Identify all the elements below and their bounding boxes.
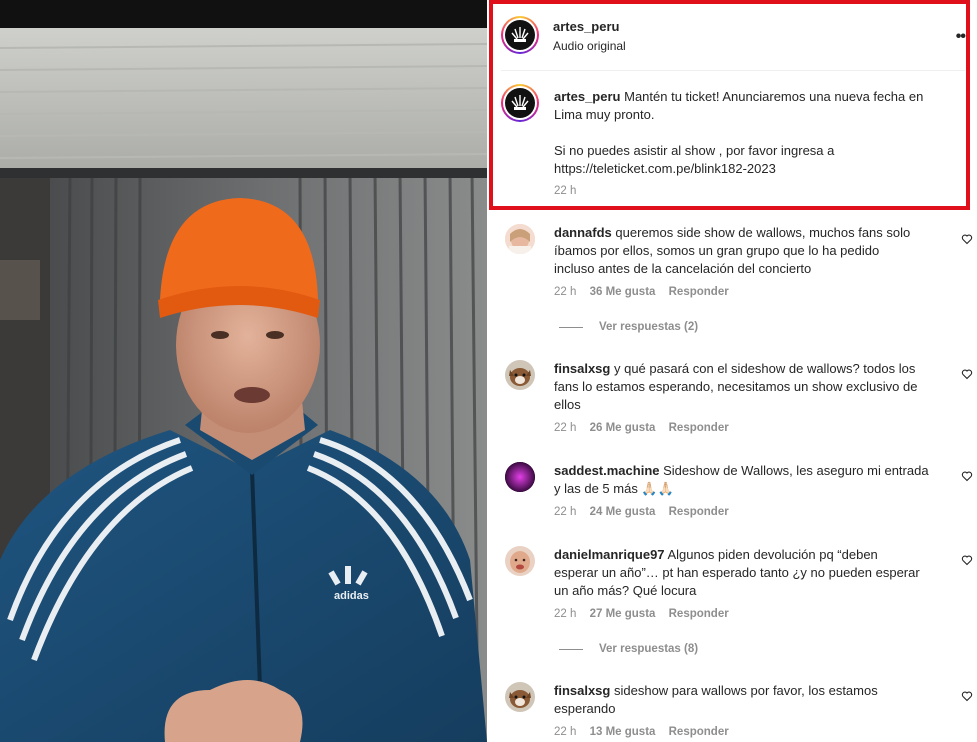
view-replies-button[interactable]: Ver respuestas (2) [559,321,698,333]
comment-likes[interactable]: 36 Me gusta [590,286,656,298]
comment-meta: 22 h 36 Me gusta Responder [554,286,739,298]
video-player[interactable]: adidas [0,0,487,742]
comment-line: Sideshow de Wallows, les aseguro mi entr… [663,463,929,478]
reply-button[interactable]: Responder [669,506,729,518]
comment-time: 22 h [554,726,577,738]
comment-meta: 22 h 24 Me gusta Responder [554,506,739,518]
like-heart-icon[interactable] [961,368,973,380]
comment-line: queremos side show de wallows, muchos fa… [615,225,911,240]
reply-button[interactable]: Responder [669,286,729,298]
comment-line: sideshow para wallows por favor, los est… [613,683,878,698]
comment-username[interactable]: danielmanrique97 [554,547,665,562]
comment-time: 22 h [554,286,577,298]
comment-text: saddest.machine Sideshow de Wallows, les… [554,462,950,498]
reply-button[interactable]: Responder [669,608,729,620]
comments-panel: artes_peru Audio original •• artes_peru … [487,0,977,742]
comment-time: 22 h [554,506,577,518]
comment-text: dannafds queremos side show de wallows, … [554,224,950,278]
comment-line: íbamos por ellos, somos un gran grupo qu… [554,243,880,258]
comment-line: esperando [554,701,616,716]
replies-line [559,648,583,650]
comment-username[interactable]: dannafds [554,225,612,240]
comment-line: y las de 5 más 🙏🏻🙏🏻 [554,481,674,496]
comment-username[interactable]: finsalxsg [554,683,610,698]
view-replies-label[interactable]: Ver respuestas (2) [599,321,698,333]
reply-button[interactable]: Responder [669,726,729,738]
reply-button[interactable]: Responder [669,422,729,434]
comment-text: finsalxsg y qué pasará con el sideshow d… [554,360,950,414]
like-heart-icon[interactable] [961,233,973,245]
comment-line: ellos [554,397,581,412]
commenter-avatar[interactable] [505,360,535,390]
comment-likes[interactable]: 26 Me gusta [590,422,656,434]
comment-likes[interactable]: 13 Me gusta [590,726,656,738]
commenter-avatar[interactable] [505,682,535,712]
comment-meta: 22 h 13 Me gusta Responder [554,726,739,738]
like-heart-icon[interactable] [961,690,973,702]
commenter-avatar[interactable] [505,546,535,576]
highlight-frame [489,0,970,210]
comment-line: incluso antes de la cancelación del conc… [554,261,812,276]
comment-line: un año más? Qué locura [554,583,697,598]
commenter-avatar[interactable] [505,462,535,492]
commenter-avatar[interactable] [505,224,535,254]
comment-line: y qué pasará con el sideshow de wallows?… [613,361,916,376]
comment-line: Algunos piden devolución pq “deben [667,547,878,562]
comment-text: danielmanrique97 Algunos piden devolució… [554,546,950,600]
comment-likes[interactable]: 27 Me gusta [590,608,656,620]
comment-meta: 22 h 27 Me gusta Responder [554,608,739,620]
view-replies-label[interactable]: Ver respuestas (8) [599,643,698,655]
like-heart-icon[interactable] [961,554,973,566]
view-replies-button[interactable]: Ver respuestas (8) [559,643,698,655]
comment-meta: 22 h 26 Me gusta Responder [554,422,739,434]
like-heart-icon[interactable] [961,470,973,482]
comment-username[interactable]: saddest.machine [554,463,660,478]
comment-likes[interactable]: 24 Me gusta [590,506,656,518]
comment-text: finsalxsg sideshow para wallows por favo… [554,682,950,718]
comment-username[interactable]: finsalxsg [554,361,610,376]
comment-time: 22 h [554,608,577,620]
jacket-logo-text: adidas [334,590,369,602]
comment-time: 22 h [554,422,577,434]
comment-line: esperar un año”… pt han esperado tanto ¿… [554,565,920,580]
comment-line: fans lo estamos esperando, necesitamos u… [554,379,918,394]
video-frame: adidas [0,0,487,742]
replies-line [559,326,583,328]
